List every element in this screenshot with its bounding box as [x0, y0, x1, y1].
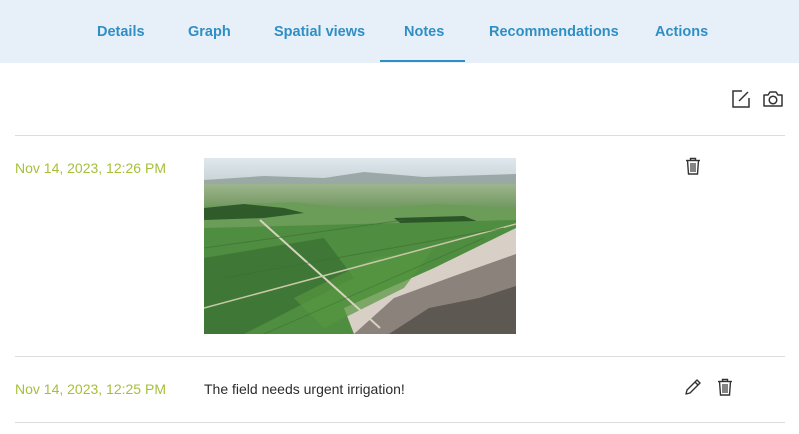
tab-actions[interactable]: Actions	[655, 0, 708, 63]
note-image-aerial-farm-fields[interactable]	[204, 158, 516, 334]
tab-spatial-views[interactable]: Spatial views	[274, 0, 365, 63]
divider	[15, 135, 785, 136]
tab-recommendations[interactable]: Recommendations	[489, 0, 619, 63]
note-timestamp: Nov 14, 2023, 12:26 PM	[15, 160, 166, 176]
note-timestamp: Nov 14, 2023, 12:25 PM	[15, 381, 166, 397]
camera-icon[interactable]	[762, 88, 784, 110]
note-text: The field needs urgent irrigation!	[204, 381, 405, 397]
tab-notes[interactable]: Notes	[404, 0, 444, 63]
trash-icon[interactable]	[683, 156, 703, 176]
tab-graph[interactable]: Graph	[188, 0, 231, 63]
trash-icon[interactable]	[715, 377, 735, 397]
tab-details[interactable]: Details	[97, 0, 145, 63]
divider	[15, 422, 785, 423]
pencil-icon[interactable]	[683, 377, 703, 397]
divider	[15, 356, 785, 357]
edit-note-icon[interactable]	[730, 88, 752, 110]
active-tab-indicator	[380, 60, 465, 62]
tab-bar: Details Graph Spatial views Notes Recomm…	[0, 0, 799, 63]
